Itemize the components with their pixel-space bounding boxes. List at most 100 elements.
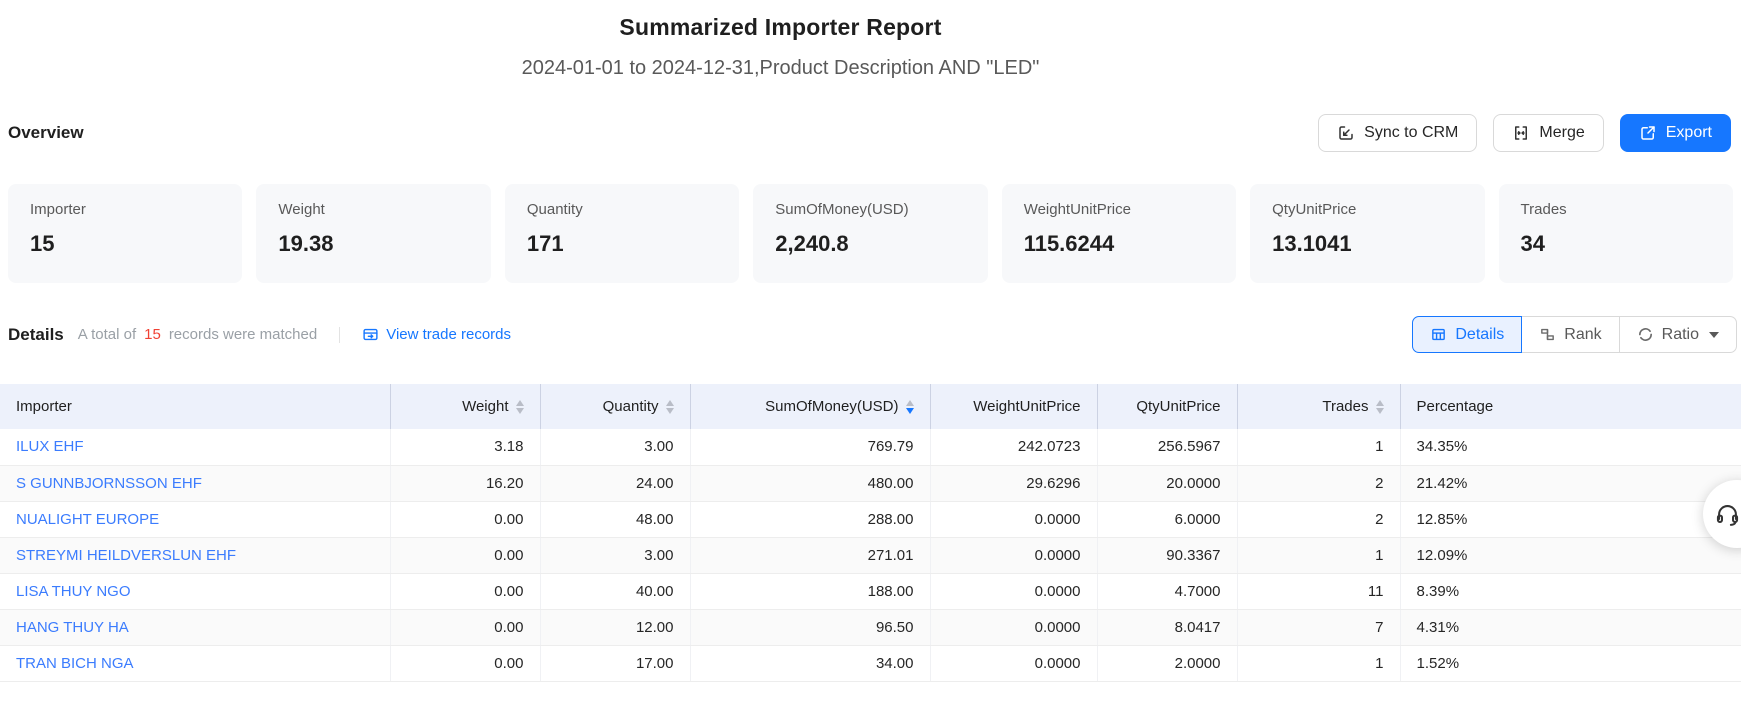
cell-sumofmoney-usd: 480.00 [690,465,930,501]
overview-toolbar: Overview Sync to CRM Merge [0,114,1741,152]
importer-table-wrap: Importer Weight Quantity SumOfMoney(USD) Wei… [0,384,1741,682]
cell-weightunitprice: 29.6296 [930,465,1097,501]
stat-card-weight: Weight 19.38 [256,184,490,283]
cell-quantity: 12.00 [540,609,690,645]
details-bar: Details A total of 15 records were match… [0,316,1741,353]
stats-row: Importer15Weight19.38Quantity171SumOfMon… [0,184,1741,283]
cell-trades: 7 [1237,609,1400,645]
sort-desc-icon [906,408,914,414]
importer-link[interactable]: S GUNNBJORNSSON EHF [16,475,202,492]
importer-link[interactable]: LISA THUY NGO [16,583,131,600]
tab-rank[interactable]: Rank [1521,316,1619,353]
table-row: LISA THUY NGO0.0040.00188.000.00004.7000… [0,573,1741,609]
tab-details[interactable]: Details [1412,316,1522,353]
stat-label: SumOfMoney(USD) [775,201,965,218]
table-header-row: Importer Weight Quantity SumOfMoney(USD) Wei… [0,384,1741,429]
export-icon [1639,124,1657,142]
cell-percentage: 1.52% [1400,645,1741,681]
ratio-refresh-icon [1637,326,1654,343]
column-header-sumofmoney-usd[interactable]: SumOfMoney(USD) [690,384,930,429]
importer-link[interactable]: TRAN BICH NGA [16,655,134,672]
column-header-quantity[interactable]: Quantity [540,384,690,429]
column-header-weight[interactable]: Weight [390,384,540,429]
sort-desc-icon [666,408,674,414]
details-heading: Details [8,325,64,345]
matched-count: 15 [144,326,161,343]
importer-table: Importer Weight Quantity SumOfMoney(USD) Wei… [0,384,1741,682]
cell-percentage: 21.42% [1400,465,1741,501]
sort-asc-icon [1376,400,1384,406]
cell-importer: HANG THUY HA [0,609,390,645]
cell-quantity: 40.00 [540,573,690,609]
cell-percentage: 8.39% [1400,573,1741,609]
cell-qtyunitprice: 8.0417 [1097,609,1237,645]
export-label: Export [1666,124,1712,142]
importer-link[interactable]: HANG THUY HA [16,619,129,636]
cell-trades: 2 [1237,501,1400,537]
cell-percentage: 12.85% [1400,501,1741,537]
table-body: ILUX EHF3.183.00769.79242.0723256.596713… [0,429,1741,681]
view-switcher: Details Rank Ratio [1412,316,1737,353]
trade-records-icon [362,326,379,343]
table-row: STREYMI HEILDVERSLUN EHF0.003.00271.010.… [0,537,1741,573]
overview-heading: Overview [8,123,84,143]
tab-ratio-label: Ratio [1662,326,1699,344]
column-header-qtyunitprice: QtyUnitPrice [1097,384,1237,429]
cell-importer: STREYMI HEILDVERSLUN EHF [0,537,390,573]
column-header-trades[interactable]: Trades [1237,384,1400,429]
cell-importer: LISA THUY NGO [0,573,390,609]
table-grid-icon [1430,326,1447,343]
cell-sumofmoney-usd: 288.00 [690,501,930,537]
view-trade-records-label: View trade records [386,326,511,343]
column-label: Importer [16,398,72,415]
cell-quantity: 48.00 [540,501,690,537]
stat-card-sumofmoney-usd: SumOfMoney(USD) 2,240.8 [753,184,987,283]
cell-weightunitprice: 0.0000 [930,645,1097,681]
sync-icon [1337,124,1355,142]
cell-sumofmoney-usd: 769.79 [690,429,930,465]
cell-percentage: 12.09% [1400,537,1741,573]
column-header-weightunitprice: WeightUnitPrice [930,384,1097,429]
stat-label: Quantity [527,201,717,218]
stat-value: 19.38 [278,231,468,257]
column-label: QtyUnitPrice [1136,398,1220,415]
sync-to-crm-button[interactable]: Sync to CRM [1318,114,1477,152]
importer-link[interactable]: ILUX EHF [16,438,84,455]
vertical-divider [339,327,340,343]
stat-card-qtyunitprice: QtyUnitPrice13.1041 [1250,184,1484,283]
sort-icons [666,400,674,414]
sync-to-crm-label: Sync to CRM [1364,124,1458,142]
cell-sumofmoney-usd: 96.50 [690,609,930,645]
cell-quantity: 17.00 [540,645,690,681]
stat-value: 15 [30,231,220,257]
tab-rank-label: Rank [1564,326,1601,344]
cell-importer: S GUNNBJORNSSON EHF [0,465,390,501]
importer-link[interactable]: NUALIGHT EUROPE [16,511,159,528]
stat-label: QtyUnitPrice [1272,201,1462,218]
cell-weight: 16.20 [390,465,540,501]
cell-trades: 1 [1237,537,1400,573]
tab-details-label: Details [1455,326,1504,344]
column-label: SumOfMoney(USD) [765,398,898,415]
view-trade-records-link[interactable]: View trade records [362,326,511,343]
cell-importer: TRAN BICH NGA [0,645,390,681]
merge-label: Merge [1539,124,1584,142]
chevron-down-icon [1709,332,1719,343]
report-subtitle: 2024-01-01 to 2024-12-31,Product Descrip… [0,57,1561,80]
cell-importer: NUALIGHT EUROPE [0,501,390,537]
stat-label: Weight [278,201,468,218]
cell-trades: 1 [1237,429,1400,465]
table-row: TRAN BICH NGA0.0017.0034.000.00002.00001… [0,645,1741,681]
cell-sumofmoney-usd: 271.01 [690,537,930,573]
importer-link[interactable]: STREYMI HEILDVERSLUN EHF [16,547,236,564]
matched-suffix: records were matched [169,326,317,343]
sort-icons [1376,400,1384,414]
merge-button[interactable]: Merge [1493,114,1603,152]
headset-icon [1714,501,1741,528]
cell-weightunitprice: 0.0000 [930,537,1097,573]
export-button[interactable]: Export [1620,114,1731,152]
column-label: Quantity [603,398,659,415]
tab-ratio[interactable]: Ratio [1619,316,1737,353]
stat-value: 2,240.8 [775,231,965,257]
sort-asc-icon [906,400,914,406]
